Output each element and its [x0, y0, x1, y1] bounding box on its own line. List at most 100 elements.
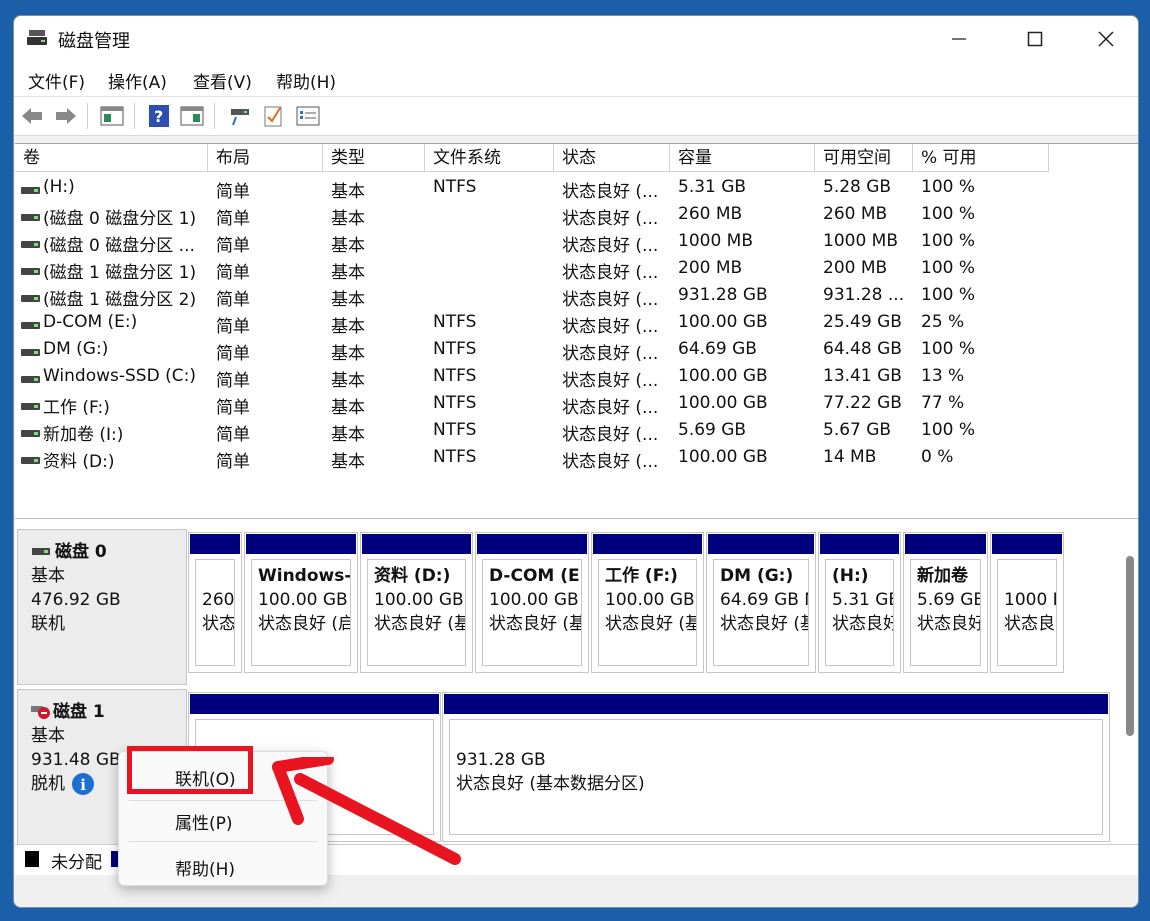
- table-row[interactable]: (磁盘 1 磁盘分区 2) 简单 基本 状态良好 (... 931.28 GB 931.2…: [15, 285, 1138, 312]
- partition-body: 新加卷 5.69 GE 状态良好: [910, 559, 981, 666]
- volume-icon: [21, 187, 40, 194]
- column-header-capacity[interactable]: 容量: [670, 144, 815, 172]
- partition-header: [992, 534, 1062, 554]
- column-header-status[interactable]: 状态: [554, 144, 670, 172]
- table-cell: 200 MB: [823, 258, 888, 278]
- annotation-arrow-icon: [272, 757, 461, 865]
- table-cell: 简单: [216, 263, 250, 283]
- partition-name: 工作 (F:): [605, 566, 678, 586]
- column-header-layout[interactable]: 布局: [208, 144, 323, 172]
- disk0-name: 磁盘 0: [55, 542, 107, 562]
- table-cell: 简单: [216, 398, 250, 418]
- maximize-button[interactable]: [1012, 22, 1058, 56]
- partition-size: 100.00 GB: [374, 590, 464, 610]
- column-header-percent-free[interactable]: % 可用: [913, 144, 1049, 172]
- context-menu-help[interactable]: 帮助(H): [175, 855, 235, 880]
- partition-status: 状态良好 (基本数据分区): [456, 774, 645, 794]
- table-cell: NTFS: [433, 447, 477, 467]
- partition-body: D-COM (E 100.00 GB 状态良好 (基: [482, 559, 582, 666]
- help-button[interactable]: ?: [145, 103, 173, 129]
- column-header-free-space[interactable]: 可用空间: [815, 144, 913, 172]
- minimize-button[interactable]: [936, 22, 982, 56]
- info-icon[interactable]: i: [71, 772, 95, 796]
- disk1-name: 磁盘 1: [53, 702, 105, 722]
- table-cell: 5.69 GB: [678, 420, 747, 440]
- partition-status: 状态良好 (启: [258, 614, 351, 634]
- menu-help[interactable]: 帮助(H): [276, 68, 336, 93]
- check-button[interactable]: [260, 103, 288, 129]
- partition-body: 工作 (F:) 100.00 GB 状态良好 (基: [598, 559, 697, 666]
- forward-button[interactable]: [52, 103, 80, 129]
- table-cell: 简单: [216, 182, 250, 202]
- back-arrow-icon: [22, 108, 42, 124]
- disk1-type: 基本: [31, 726, 65, 746]
- context-menu-properties[interactable]: 属性(P): [175, 809, 233, 834]
- disk0-label[interactable]: 磁盘 0 基本 476.92 GB 联机: [17, 529, 187, 685]
- table-row[interactable]: Windows-SSD (C:) 简单 基本 NTFS 状态良好 (... 100.00 …: [15, 366, 1138, 393]
- table-cell: NTFS: [433, 420, 477, 440]
- partition-name: (H:): [832, 566, 869, 586]
- table-cell: 基本: [331, 290, 365, 310]
- vertical-scrollbar[interactable]: [1126, 556, 1134, 736]
- table-cell: NTFS: [433, 366, 477, 386]
- table-cell: 简单: [216, 236, 250, 256]
- disk1-partition[interactable]: 931.28 GB 状态良好 (基本数据分区): [442, 692, 1110, 842]
- column-header-filesystem[interactable]: 文件系统: [425, 144, 554, 172]
- partition-header: [190, 534, 240, 554]
- table-row[interactable]: (磁盘 0 磁盘分区 ... 简单 基本 状态良好 (... 1000 MB 1000 M…: [15, 231, 1138, 258]
- table-row[interactable]: DM (G:) 简单 基本 NTFS 状态良好 (... 64.69 GB 64.48 GB…: [15, 339, 1138, 366]
- disk-icon: [32, 548, 50, 555]
- table-row[interactable]: 新加卷 (I:) 简单 基本 NTFS 状态良好 (... 5.69 GB 5.67 GB 1…: [15, 420, 1138, 447]
- disk0-partition[interactable]: Windows- 100.00 GB 状态良好 (启: [244, 532, 358, 673]
- partition-header: [362, 534, 471, 554]
- menu-file[interactable]: 文件(F): [28, 68, 85, 93]
- disk0-partition[interactable]: (H:) 5.31 GE 状态良好: [818, 532, 901, 673]
- disk0-partition[interactable]: 资料 (D:) 100.00 GB 状态良好 (基: [360, 532, 473, 673]
- partition-body: 资料 (D:) 100.00 GB 状态良好 (基: [367, 559, 466, 666]
- table-cell: 260 MB: [678, 204, 743, 224]
- forward-arrow-icon: [56, 108, 76, 124]
- table-cell: 资料 (D:): [43, 452, 115, 472]
- disk0-partition[interactable]: D-COM (E 100.00 GB 状态良好 (基: [475, 532, 589, 673]
- close-button[interactable]: [1083, 22, 1129, 56]
- volume-icon: [21, 376, 40, 383]
- column-header-type[interactable]: 类型: [323, 144, 425, 172]
- partition-status: 状态良好 (基: [374, 614, 466, 634]
- console-tree-button[interactable]: [98, 103, 126, 129]
- table-cell: 状态良好 (...: [562, 317, 659, 337]
- list-button[interactable]: [294, 103, 322, 129]
- partition-name: 新加卷: [917, 566, 968, 586]
- disk0-partition[interactable]: 工作 (F:) 100.00 GB 状态良好 (基: [591, 532, 704, 673]
- partition-status: 状态良好 (基: [720, 614, 809, 634]
- table-row[interactable]: (磁盘 1 磁盘分区 1) 简单 基本 状态良好 (... 200 MB 200 MB 10…: [15, 258, 1138, 285]
- partition-size: 100.00 GB: [489, 590, 579, 610]
- disk0-partition[interactable]: DM (G:) 64.69 GB N 状态良好 (基: [706, 532, 816, 673]
- back-button[interactable]: [18, 103, 46, 129]
- table-row[interactable]: 资料 (D:) 简单 基本 NTFS 状态良好 (... 100.00 GB 14 MB 0 …: [15, 447, 1138, 474]
- table-row[interactable]: D-COM (E:) 简单 基本 NTFS 状态良好 (... 100.00 GB 25.4…: [15, 312, 1138, 339]
- volume-icon: [21, 349, 40, 356]
- table-cell: 简单: [216, 344, 250, 364]
- disk0-partition[interactable]: 新加卷 5.69 GE 状态良好: [903, 532, 988, 673]
- menu-action[interactable]: 操作(A): [108, 68, 167, 93]
- partition-header: [444, 694, 1108, 714]
- maximize-icon: [1027, 31, 1043, 47]
- column-header-volume[interactable]: 卷: [15, 144, 208, 172]
- menu-view[interactable]: 查看(V): [193, 68, 252, 93]
- connect-button[interactable]: [226, 103, 254, 129]
- disk0-partition[interactable]: 1000 I 状态良: [990, 532, 1064, 673]
- partition-size: 100.00 GB: [605, 590, 695, 610]
- table-cell: NTFS: [433, 312, 477, 332]
- action-pane-button[interactable]: [178, 103, 206, 129]
- table-cell: 260 MB: [823, 204, 888, 224]
- help-icon: ?: [149, 105, 169, 127]
- table-row[interactable]: (磁盘 0 磁盘分区 1) 简单 基本 状态良好 (... 260 MB 260 MB 10…: [15, 204, 1138, 231]
- table-row[interactable]: (H:) 简单 基本 NTFS 状态良好 (... 5.31 GB 5.28 GB 100 %: [15, 177, 1138, 204]
- disk0-partition[interactable]: 260 状态: [188, 532, 242, 673]
- volume-icon: [21, 214, 40, 221]
- close-icon: [1098, 31, 1114, 47]
- table-row[interactable]: 工作 (F:) 简单 基本 NTFS 状态良好 (... 100.00 GB 77.22 G…: [15, 393, 1138, 420]
- table-cell: (H:): [43, 177, 75, 197]
- table-cell: 100 %: [921, 285, 976, 305]
- toolbar-separator: [134, 103, 135, 129]
